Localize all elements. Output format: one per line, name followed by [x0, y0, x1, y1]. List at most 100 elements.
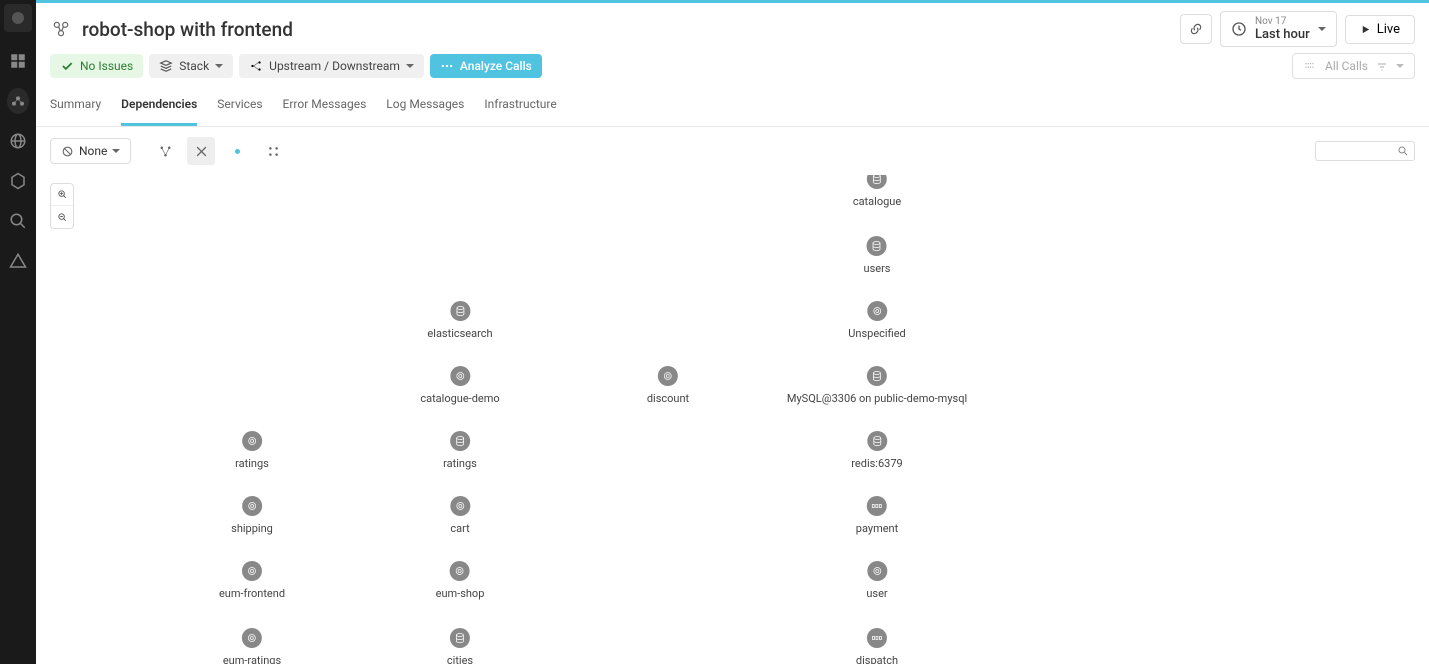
flow-button[interactable]: Upstream / Downstream [239, 54, 424, 78]
nav-applications-icon[interactable] [7, 90, 29, 112]
time-date-label: Nov 17 [1255, 16, 1310, 27]
node-icon [450, 301, 470, 321]
node-label: ratings [440, 456, 480, 471]
nav-analyze-icon[interactable] [7, 210, 29, 232]
node-icon [242, 561, 262, 581]
graph-node-shipping[interactable]: shipping [228, 496, 276, 536]
graph-edges [36, 175, 336, 325]
graph-node-unspecified[interactable]: Unspecified [845, 301, 908, 341]
toolbar: No Issues Stack Upstream / Downstream An… [36, 45, 1429, 87]
tabs: Summary Dependencies Services Error Mess… [36, 87, 1429, 127]
graph-node-elasticsearch[interactable]: elasticsearch [424, 301, 495, 341]
tab-log-messages[interactable]: Log Messages [386, 87, 464, 126]
graph-node-user[interactable]: user [863, 561, 890, 601]
graph-node-redis[interactable]: redis:6379 [848, 431, 905, 471]
node-label: redis:6379 [848, 456, 905, 471]
node-label: eum-ratings [220, 653, 284, 664]
node-icon [867, 628, 887, 648]
node-icon [867, 366, 887, 386]
graph-node-payment[interactable]: payment [853, 496, 901, 536]
status-chip[interactable]: No Issues [50, 54, 143, 78]
node-icon [867, 301, 887, 321]
share-link-button[interactable] [1180, 14, 1212, 44]
node-label: user [863, 586, 890, 601]
analyze-label: Analyze Calls [460, 59, 532, 73]
nav-events-icon[interactable] [7, 250, 29, 272]
graph-node-cart[interactable]: cart [447, 496, 472, 536]
layout-mode-2-icon[interactable] [187, 137, 215, 165]
nav-dashboards-icon[interactable] [7, 50, 29, 72]
graph-node-eum-ratings[interactable]: eum-ratings [220, 628, 284, 664]
node-label: elasticsearch [424, 326, 495, 341]
graph-node-ratings-l[interactable]: ratings [232, 431, 272, 471]
graph-node-ratings-r[interactable]: ratings [440, 431, 480, 471]
page-header: robot-shop with frontend Nov 17 Last hou… [36, 3, 1429, 45]
node-label: cities [444, 653, 476, 664]
graph-node-dispatch[interactable]: dispatch [853, 628, 901, 664]
chevron-down-icon [215, 64, 223, 68]
node-icon [867, 561, 887, 581]
graph-search-input[interactable] [1315, 141, 1415, 161]
layout-mode-1-icon[interactable] [151, 137, 179, 165]
node-icon [242, 431, 262, 451]
node-icon [867, 431, 887, 451]
layout-mode-4-icon[interactable] [259, 137, 287, 165]
time-range-picker[interactable]: Nov 17 Last hour [1220, 11, 1337, 47]
group-label: None [79, 144, 107, 158]
app-logo[interactable] [4, 4, 32, 32]
nav-websites-icon[interactable] [7, 130, 29, 152]
all-calls-dropdown[interactable]: All Calls [1292, 53, 1415, 79]
node-label: cart [447, 521, 472, 536]
node-label: users [861, 261, 894, 276]
sidebar [0, 0, 36, 664]
graph-node-catalogue[interactable]: catalogue [850, 175, 904, 209]
node-label: MySQL@3306 on public-demo-mysql [784, 391, 970, 406]
node-label: catalogue-demo [417, 391, 502, 406]
chevron-down-icon [112, 149, 120, 153]
node-icon [242, 496, 262, 516]
graph-controls: None [36, 127, 1429, 175]
group-by-dropdown[interactable]: None [50, 138, 131, 164]
flow-label: Upstream / Downstream [269, 59, 400, 73]
node-icon [450, 431, 470, 451]
stack-button[interactable]: Stack [149, 54, 233, 78]
tab-summary[interactable]: Summary [50, 87, 101, 126]
node-label: dispatch [853, 653, 901, 664]
page-title: robot-shop with frontend [82, 18, 1180, 41]
graph-node-discount[interactable]: discount [644, 366, 692, 406]
layout-mode-3-icon[interactable] [223, 137, 251, 165]
tab-dependencies[interactable]: Dependencies [121, 87, 197, 126]
app-perspective-icon [50, 18, 72, 40]
zoom-out-button[interactable] [51, 206, 73, 228]
zoom-controls [50, 183, 74, 229]
all-calls-label: All Calls [1325, 59, 1368, 73]
node-icon [658, 366, 678, 386]
live-button[interactable]: Live [1345, 15, 1415, 44]
graph-node-catalogue-demo[interactable]: catalogue-demo [417, 366, 502, 406]
chevron-down-icon [1318, 27, 1326, 31]
graph-node-eum-shop[interactable]: eum-shop [433, 561, 488, 601]
tab-infrastructure[interactable]: Infrastructure [484, 87, 556, 126]
node-label: catalogue [850, 194, 904, 209]
node-icon [450, 366, 470, 386]
tab-error-messages[interactable]: Error Messages [283, 87, 367, 126]
zoom-in-button[interactable] [51, 184, 73, 206]
node-label: shipping [228, 521, 276, 536]
nav-infrastructure-icon[interactable] [7, 170, 29, 192]
dependency-graph[interactable]: catalogue users Unspecified elasticsearch ca… [36, 175, 1429, 664]
node-label: eum-shop [433, 586, 488, 601]
node-label: Unspecified [845, 326, 908, 341]
status-label: No Issues [80, 59, 133, 73]
node-icon [867, 496, 887, 516]
graph-node-users[interactable]: users [861, 236, 894, 276]
graph-node-mysql[interactable]: MySQL@3306 on public-demo-mysql [784, 366, 970, 406]
graph-node-eum-frontend[interactable]: eum-frontend [216, 561, 288, 601]
chevron-down-icon [406, 64, 414, 68]
analyze-calls-button[interactable]: Analyze Calls [430, 54, 542, 78]
stack-label: Stack [179, 59, 209, 73]
graph-node-cities[interactable]: cities [444, 628, 476, 664]
tab-services[interactable]: Services [217, 87, 262, 126]
node-icon [450, 496, 470, 516]
node-label: ratings [232, 456, 272, 471]
node-label: eum-frontend [216, 586, 288, 601]
